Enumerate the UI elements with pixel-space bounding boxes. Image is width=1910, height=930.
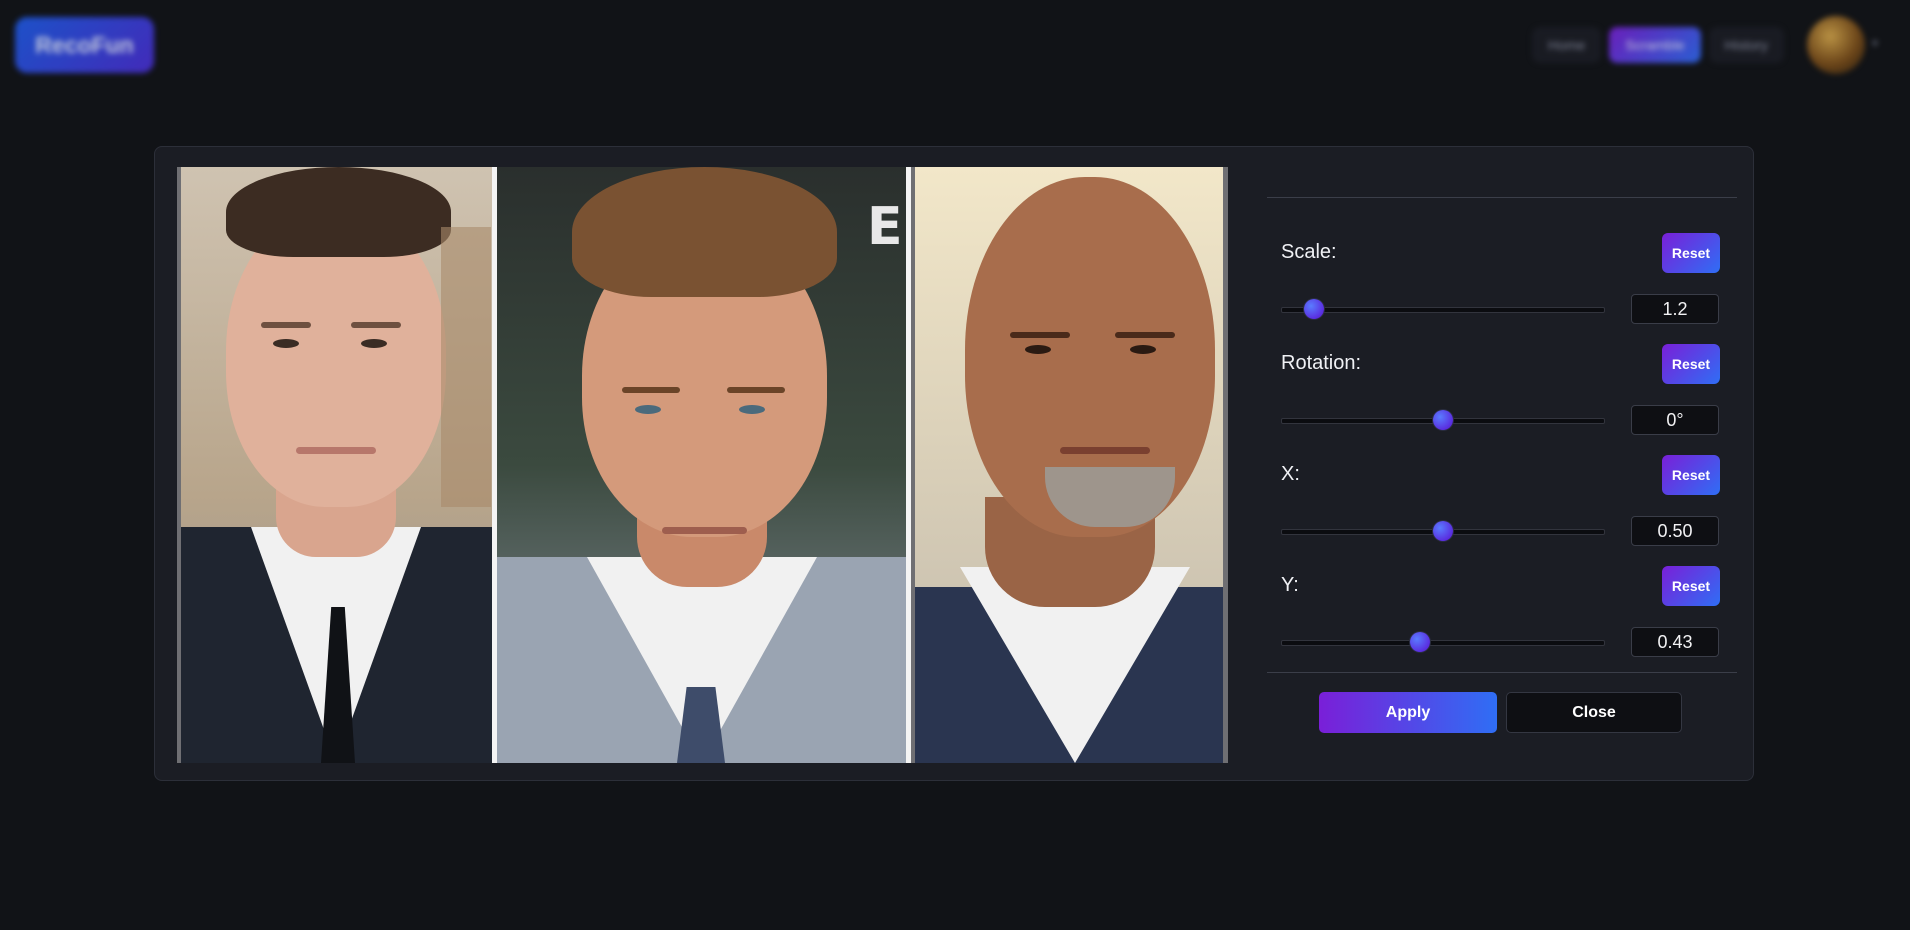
transform-modal: E Scale: Reset 1.2 Rotation: Reset 0° X:… [154, 146, 1754, 781]
app-logo[interactable]: RecoFun [15, 17, 154, 73]
x-value-input[interactable]: 0.50 [1631, 516, 1719, 546]
avatar[interactable] [1807, 16, 1865, 74]
scale-label: Scale: [1281, 241, 1337, 263]
nav-history[interactable]: History [1708, 27, 1785, 63]
rotation-value-input[interactable]: 0° [1631, 405, 1719, 435]
x-label: X: [1281, 463, 1300, 485]
scale-reset-button[interactable]: Reset [1662, 233, 1720, 273]
y-reset-button[interactable]: Reset [1662, 566, 1720, 606]
scale-slider[interactable] [1281, 299, 1605, 319]
slider-thumb[interactable] [1433, 410, 1453, 430]
apply-button[interactable]: Apply [1319, 692, 1497, 733]
close-button[interactable]: Close [1506, 692, 1682, 733]
rotation-slider[interactable] [1281, 410, 1605, 430]
slider-thumb[interactable] [1433, 521, 1453, 541]
preview-panel-left [181, 167, 492, 763]
nav-home[interactable]: Home [1532, 27, 1602, 63]
app-header: RecoFun Home Scramble History ▾ [0, 0, 1910, 95]
x-slider[interactable] [1281, 521, 1605, 541]
main-nav: Home Scramble History [1532, 27, 1785, 63]
background-letter: E [867, 197, 903, 257]
divider-top [1267, 197, 1737, 198]
panel-divider [906, 167, 911, 763]
rotation-label: Rotation: [1281, 352, 1362, 374]
x-reset-button[interactable]: Reset [1662, 455, 1720, 495]
slider-thumb[interactable] [1410, 632, 1431, 652]
slider-thumb[interactable] [1304, 299, 1325, 319]
nav-scramble[interactable]: Scramble [1609, 27, 1701, 63]
y-slider[interactable] [1281, 632, 1605, 652]
preview-panel-right [915, 167, 1223, 763]
chevron-down-icon[interactable]: ▾ [1872, 36, 1878, 50]
y-value-input[interactable]: 0.43 [1631, 627, 1719, 657]
preview-panel-center: E [497, 167, 906, 763]
face-preview: E [177, 167, 1228, 763]
divider-bottom [1267, 672, 1737, 673]
scale-value-input[interactable]: 1.2 [1631, 294, 1719, 324]
rotation-reset-button[interactable]: Reset [1662, 344, 1720, 384]
transform-controls: Scale: Reset 1.2 Rotation: Reset 0° X: R… [1267, 147, 1737, 777]
y-label: Y: [1281, 574, 1299, 596]
